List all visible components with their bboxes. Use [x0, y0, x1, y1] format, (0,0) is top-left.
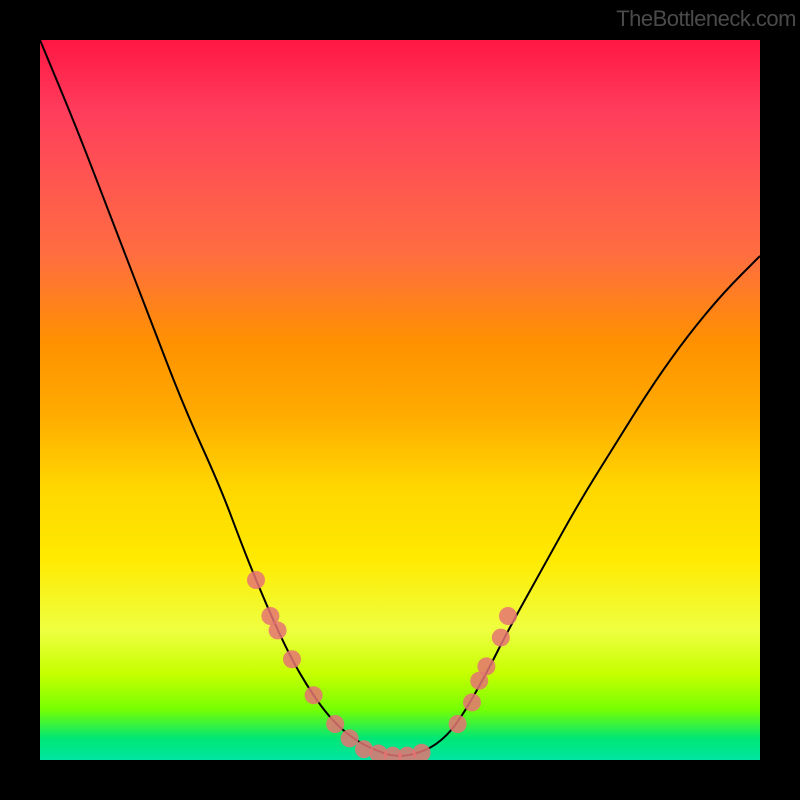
marker-point: [355, 740, 373, 758]
marker-point: [449, 715, 467, 733]
marker-point: [326, 715, 344, 733]
marker-point: [398, 747, 416, 760]
marker-point: [283, 650, 301, 668]
marker-point: [261, 607, 279, 625]
marker-point: [247, 571, 265, 589]
plot-area: [40, 40, 760, 760]
marker-point: [499, 607, 517, 625]
marker-point: [470, 672, 488, 690]
marker-point: [492, 629, 510, 647]
marker-point: [384, 747, 402, 760]
chart-container: TheBottleneck.com: [0, 0, 800, 800]
marker-point: [341, 729, 359, 747]
marker-point: [269, 621, 287, 639]
marker-point: [477, 657, 495, 675]
watermark-text: TheBottleneck.com: [616, 6, 796, 32]
marker-point: [463, 693, 481, 711]
chart-svg: [40, 40, 760, 760]
marker-group: [247, 571, 517, 760]
marker-point: [305, 686, 323, 704]
marker-point: [413, 744, 431, 760]
bottleneck-curve: [40, 40, 760, 756]
marker-point: [369, 745, 387, 760]
